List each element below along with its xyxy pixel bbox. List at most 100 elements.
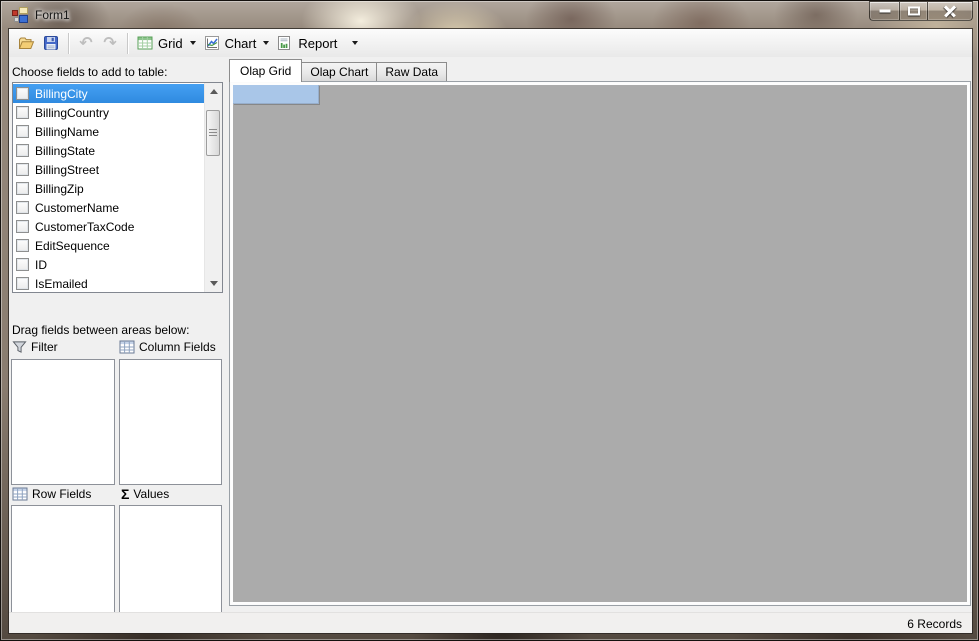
field-label: BillingState xyxy=(35,144,95,158)
chevron-down-icon xyxy=(352,41,358,45)
grid-menu-label: Grid xyxy=(157,36,184,51)
maximize-icon xyxy=(908,7,920,16)
field-label: EditSequence xyxy=(35,239,110,253)
toolbar: ↶ ↷ Grid xyxy=(9,29,972,57)
status-bar: 6 Records xyxy=(9,612,972,633)
field-label: BillingCountry xyxy=(35,106,109,120)
column-fields-drop-area[interactable] xyxy=(119,359,222,485)
chart-menu-label: Chart xyxy=(224,36,258,51)
caption-buttons xyxy=(869,1,973,21)
field-checkbox[interactable] xyxy=(16,182,29,195)
maximize-button[interactable] xyxy=(899,1,928,21)
field-label: BillingName xyxy=(35,125,99,139)
close-icon xyxy=(943,4,957,18)
field-checkbox[interactable] xyxy=(16,125,29,138)
arrow-down-icon xyxy=(210,281,218,286)
toolbar-separator xyxy=(68,33,69,54)
field-label: CustomerName xyxy=(35,201,119,215)
save-button[interactable] xyxy=(39,31,63,55)
field-label: ID xyxy=(35,258,47,272)
filter-drop-area[interactable] xyxy=(11,359,115,485)
field-row-billingcity[interactable]: BillingCity xyxy=(13,84,204,103)
filter-icon xyxy=(12,340,27,354)
form-app-icon xyxy=(12,7,28,23)
field-row-billingstreet[interactable]: BillingStreet xyxy=(13,160,204,179)
open-button[interactable] xyxy=(14,31,39,55)
field-row-billingcountry[interactable]: BillingCountry xyxy=(13,103,204,122)
minimize-button[interactable] xyxy=(869,1,899,21)
record-count-label: 6 Records xyxy=(907,617,962,631)
report-menu-button[interactable]: Report xyxy=(273,31,362,55)
row-fields-area-label: Row Fields xyxy=(12,487,91,501)
field-chooser-panel: Choose fields to add to table: BillingCi… xyxy=(9,57,225,612)
field-checkbox[interactable] xyxy=(16,258,29,271)
field-checkbox[interactable] xyxy=(16,87,29,100)
field-label: CustomerTaxCode xyxy=(35,220,134,234)
undo-icon: ↶ xyxy=(79,35,92,51)
open-folder-icon xyxy=(18,35,35,51)
redo-icon: ↷ xyxy=(103,35,116,51)
filter-label-text: Filter xyxy=(31,340,58,354)
field-row-customername[interactable]: CustomerName xyxy=(13,198,204,217)
olap-grid-tab-page xyxy=(229,81,971,606)
olap-tab-control: Olap Grid Olap Chart Raw Data xyxy=(229,59,971,606)
sigma-icon: Σ xyxy=(121,487,129,501)
row-fields-label-text: Row Fields xyxy=(32,487,91,501)
scrollbar-thumb[interactable] xyxy=(206,110,220,156)
filter-area-label: Filter xyxy=(12,340,58,354)
field-row-customertaxcode[interactable]: CustomerTaxCode xyxy=(13,217,204,236)
close-button[interactable] xyxy=(928,1,973,21)
grid-icon xyxy=(137,35,153,51)
tab-raw-data[interactable]: Raw Data xyxy=(377,62,447,82)
field-row-billingname[interactable]: BillingName xyxy=(13,122,204,141)
grid-menu-button[interactable]: Grid xyxy=(133,31,200,55)
values-label-text: Values xyxy=(133,487,169,501)
field-checkbox[interactable] xyxy=(16,106,29,119)
undo-button[interactable]: ↶ xyxy=(74,31,98,55)
field-checkbox[interactable] xyxy=(16,277,29,290)
field-row-billingstate[interactable]: BillingState xyxy=(13,141,204,160)
field-checkbox[interactable] xyxy=(16,144,29,157)
table-icon xyxy=(12,487,28,501)
grid-corner-cell xyxy=(233,85,319,104)
icon-yellow-square xyxy=(19,7,28,14)
chevron-down-icon xyxy=(190,41,196,45)
column-fields-label-text: Column Fields xyxy=(139,340,216,354)
save-floppy-icon xyxy=(43,35,59,51)
field-row-editsequence[interactable]: EditSequence xyxy=(13,236,204,255)
field-label: IsEmailed xyxy=(35,277,88,291)
field-rows: BillingCity BillingCountry BillingName B… xyxy=(13,84,204,293)
scroll-down-button[interactable] xyxy=(205,275,222,292)
choose-fields-label: Choose fields to add to table: xyxy=(12,65,167,79)
scroll-up-button[interactable] xyxy=(205,83,222,100)
scrollbar-grip-icon xyxy=(209,129,217,137)
tab-label: Olap Grid xyxy=(240,64,291,78)
field-checkbox[interactable] xyxy=(16,163,29,176)
field-list-scrollbar[interactable] xyxy=(204,83,222,292)
field-checkbox[interactable] xyxy=(16,201,29,214)
tab-label: Olap Chart xyxy=(310,65,368,79)
field-label: BillingCity xyxy=(35,87,88,101)
report-icon xyxy=(277,35,291,51)
field-row-billingzip[interactable]: BillingZip xyxy=(13,179,204,198)
drag-fields-label: Drag fields between areas below: xyxy=(12,323,189,337)
redo-button[interactable]: ↷ xyxy=(98,31,122,55)
tab-olap-grid[interactable]: Olap Grid xyxy=(229,59,302,82)
field-checkbox[interactable] xyxy=(16,239,29,252)
icon-red-square xyxy=(12,10,18,16)
window-title: Form1 xyxy=(35,8,70,22)
chart-menu-button[interactable]: Chart xyxy=(200,31,274,55)
field-label: BillingZip xyxy=(35,182,84,196)
chevron-down-icon xyxy=(263,41,269,45)
field-checkbox[interactable] xyxy=(16,220,29,233)
table-icon xyxy=(119,340,135,354)
tab-olap-chart[interactable]: Olap Chart xyxy=(302,62,377,82)
field-row-id[interactable]: ID xyxy=(13,255,204,274)
tab-strip: Olap Grid Olap Chart Raw Data xyxy=(229,59,971,82)
field-list[interactable]: BillingCity BillingCountry BillingName B… xyxy=(12,82,223,293)
title-bar[interactable]: Form1 xyxy=(1,1,978,29)
report-menu-label: Report xyxy=(297,36,338,51)
tab-label: Raw Data xyxy=(385,65,438,79)
field-row-isemailed[interactable]: IsEmailed xyxy=(13,274,204,293)
toolbar-separator xyxy=(127,33,128,54)
